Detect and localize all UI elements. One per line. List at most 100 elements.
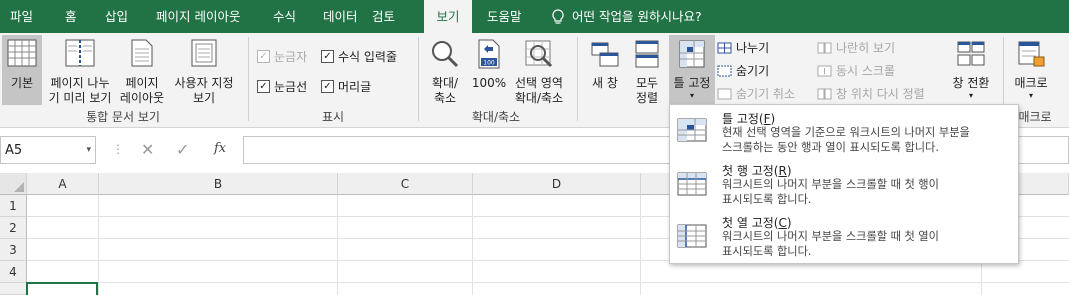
- custom-views-icon: [168, 39, 240, 71]
- tab-view[interactable]: 보기: [424, 0, 472, 33]
- freeze-panes-menu-item[interactable]: 틀 고정(F) 현재 선택 영역을 기준으로 워크시트의 나머지 부분을 스크롤하…: [670, 105, 1018, 157]
- custom-views-label-2: 보기: [192, 91, 216, 105]
- zoom-100-label: 100%: [471, 76, 507, 90]
- tab-help[interactable]: 도움말: [487, 0, 522, 33]
- row-header-2[interactable]: 2: [0, 217, 27, 239]
- row-header-4[interactable]: 4: [0, 261, 27, 283]
- column-header-b[interactable]: B: [99, 173, 338, 195]
- side-by-side-icon: [817, 42, 832, 53]
- name-box[interactable]: A5 ▾: [0, 136, 96, 164]
- reset-window-position-button[interactable]: 창 위치 다시 정렬: [817, 85, 925, 102]
- page-break-preview-button[interactable]: 페이지 나누 기 미리 보기: [44, 39, 116, 106]
- normal-view-icon: [2, 39, 42, 71]
- zoom-label-1: 확대/: [431, 76, 459, 90]
- arrange-all-button[interactable]: 모두 정렬: [628, 39, 666, 106]
- hide-window-button[interactable]: 숨기기: [717, 62, 769, 79]
- macros-label: 매크로: [1014, 76, 1048, 90]
- page-break-label-1: 페이지 나누: [50, 76, 110, 90]
- view-side-by-side-button[interactable]: 나란히 보기: [817, 39, 895, 56]
- freeze-panes-icon: [677, 118, 707, 145]
- switch-windows-icon: [946, 39, 996, 73]
- column-header-d[interactable]: D: [473, 173, 641, 195]
- column-header-a[interactable]: A: [27, 173, 99, 195]
- tab-review[interactable]: 검토: [372, 0, 395, 33]
- custom-views-label-1: 사용자 지정: [174, 76, 234, 90]
- grid-line: [337, 195, 338, 295]
- reset-position-icon: [817, 88, 832, 99]
- tab-page-layout[interactable]: 페이지 레이아웃: [156, 0, 240, 33]
- magnifier-icon: [422, 39, 468, 73]
- zoom-100-button[interactable]: 100 100%: [470, 39, 508, 91]
- unhide-window-icon: [717, 88, 732, 99]
- macros-button[interactable]: 매크로 ▾: [1007, 39, 1055, 100]
- tell-me-search[interactable]: 어떤 작업을 원하시나요?: [572, 0, 702, 33]
- tab-insert[interactable]: 삽입: [105, 0, 128, 33]
- unhide-window-button[interactable]: 숨기기 취소: [717, 85, 795, 102]
- select-all-corner[interactable]: [0, 173, 27, 195]
- select-all-icon: [14, 182, 24, 192]
- zoom-button[interactable]: 확대/ 축소: [422, 39, 468, 106]
- page-layout-label-1: 페이지: [125, 76, 159, 90]
- tab-file[interactable]: 파일: [10, 0, 33, 33]
- group-label-workbook-views: 통합 문서 보기: [86, 110, 160, 124]
- chevron-down-icon: ▾: [1028, 91, 1033, 100]
- chevron-down-icon: ▾: [86, 145, 91, 155]
- lightbulb-icon: [552, 9, 564, 28]
- normal-view-label: 기본: [10, 76, 34, 90]
- freeze-panes-button[interactable]: 틀 고정 ▾: [669, 39, 715, 100]
- arrange-all-icon: [628, 39, 666, 73]
- freeze-top-row-menu-item[interactable]: 첫 행 고정(R) 워크시트의 나머지 부분을 스크롤할 때 첫 행이 표시되도록…: [670, 157, 1018, 209]
- zoom-selection-label-1: 선택 영역: [515, 76, 563, 90]
- sync-scroll-button[interactable]: 동시 스크롤: [817, 62, 895, 79]
- enter-icon[interactable]: ✓: [176, 140, 189, 159]
- freeze-panes-label: 틀 고정: [673, 76, 711, 90]
- freeze-top-row-icon: [677, 172, 707, 199]
- zoom-100-icon: 100: [470, 39, 508, 73]
- chevron-down-icon: ▾: [968, 91, 973, 100]
- grid-line: [27, 282, 1069, 283]
- group-label-show: 표시: [321, 110, 345, 124]
- freeze-panes-menu: 틀 고정(F) 현재 선택 영역을 기준으로 워크시트의 나머지 부분을 스크롤하…: [669, 104, 1019, 264]
- tab-formulas[interactable]: 수식: [273, 0, 296, 33]
- gridlines-checkbox[interactable]: ✓ 눈금선: [257, 78, 307, 95]
- page-break-preview-icon: [44, 39, 116, 71]
- switch-windows-label: 창 전환: [952, 76, 990, 90]
- row-header-5[interactable]: [0, 283, 27, 295]
- arrange-all-label-2: 정렬: [635, 91, 659, 105]
- ribbon-tab-bar: 파일 홈 삽입 페이지 레이아웃 수식 데이터 검토 보기 도움말 어떤 작업을…: [0, 0, 1069, 33]
- zoom-selection-icon: [509, 39, 569, 73]
- zoom-to-selection-button[interactable]: 선택 영역 확대/축소: [509, 39, 569, 106]
- page-layout-view-button[interactable]: 페이지 레이아웃: [116, 39, 168, 106]
- group-separator: [577, 37, 578, 121]
- ruler-checkbox[interactable]: ✓ 눈금자: [257, 48, 307, 65]
- check-icon: ✓: [321, 80, 334, 93]
- grid-line: [98, 195, 99, 295]
- tab-data[interactable]: 데이터: [323, 0, 358, 33]
- page-layout-icon: [116, 39, 168, 71]
- new-window-icon: [584, 39, 626, 73]
- chevron-down-icon: ▾: [689, 91, 694, 100]
- macro-icon: [1007, 39, 1055, 73]
- headings-checkbox[interactable]: ✓ 머리글: [321, 78, 371, 95]
- column-header-c[interactable]: C: [338, 173, 473, 195]
- normal-view-button[interactable]: 기본: [2, 39, 42, 91]
- check-icon: ✓: [257, 50, 270, 63]
- switch-windows-button[interactable]: 창 전환 ▾: [946, 39, 996, 100]
- row-header-1[interactable]: 1: [0, 195, 27, 217]
- insert-function-icon[interactable]: fx: [214, 141, 226, 156]
- row-header-3[interactable]: 3: [0, 239, 27, 261]
- formula-bar-checkbox[interactable]: ✓ 수식 입력줄: [321, 48, 397, 65]
- grid-line: [640, 195, 641, 295]
- page-layout-label-2: 레이아웃: [119, 91, 165, 105]
- freeze-first-column-menu-item[interactable]: 첫 열 고정(C) 워크시트의 나머지 부분을 스크롤할 때 첫 열이 표시되도록…: [670, 209, 1018, 261]
- active-cell-a5[interactable]: [26, 282, 98, 295]
- check-icon: ✓: [257, 80, 270, 93]
- split-button[interactable]: 나누기: [717, 39, 769, 56]
- split-icon: [717, 42, 732, 53]
- cancel-icon[interactable]: ✕: [141, 140, 154, 159]
- custom-views-button[interactable]: 사용자 지정 보기: [168, 39, 240, 106]
- new-window-button[interactable]: 새 창: [584, 39, 626, 91]
- sync-scroll-icon: [817, 65, 832, 76]
- tab-home[interactable]: 홈: [65, 0, 77, 33]
- group-separator: [418, 37, 419, 121]
